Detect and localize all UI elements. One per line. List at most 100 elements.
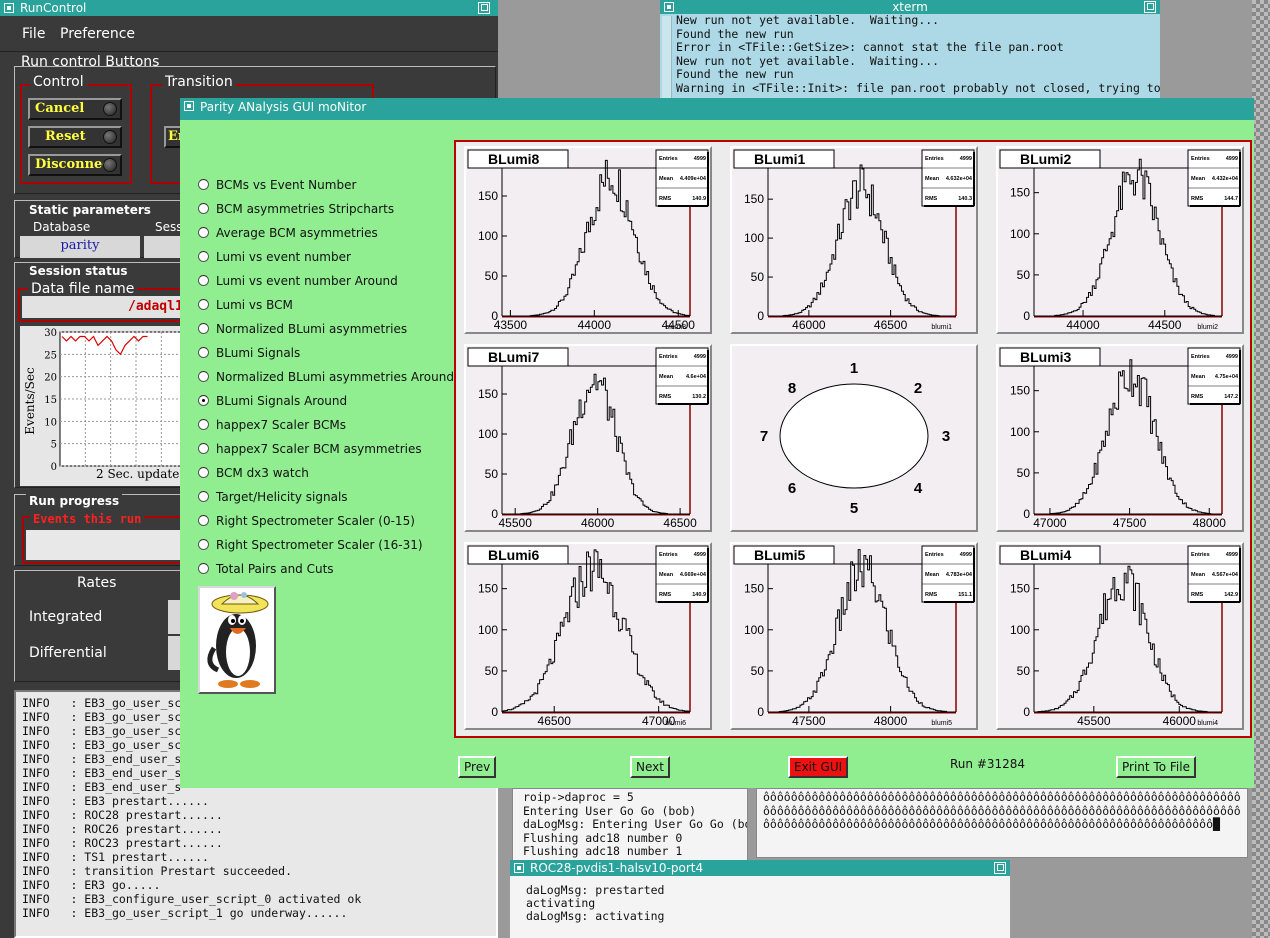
radio-icon[interactable] [198,179,209,190]
histogram-pad[interactable]: 0 50 100 150 43500 44000 44500 blumi8 BLumi8 Entr… [464,146,712,334]
reset-button[interactable]: Reset [28,126,122,148]
window-menu-icon[interactable] [4,3,14,13]
radio-icon[interactable] [198,467,209,478]
radio-icon[interactable] [198,491,209,502]
next-button[interactable]: Next [630,756,670,778]
plot-option-label: BCM asymmetries Stripcharts [216,202,395,216]
log-line: Flushing adc18 number 1 [523,844,683,858]
detector-label: 3 [942,428,950,445]
lumi-map-pad[interactable]: 1 2 3 4 5 6 7 8 [730,344,978,532]
prev-button[interactable]: Prev [458,756,497,778]
plot-option[interactable]: happex7 Scaler BCMs [198,416,346,434]
radio-icon[interactable] [198,275,209,286]
roc-terminal-output: roip->daproc = 5 Entering User Go Go (bob… [523,790,747,859]
histogram-pad[interactable]: 0 50 100 150 44000 44500 blumi2 BLumi2 Entries 49… [996,146,1244,334]
rate-ytick: 25 [44,350,57,361]
stats-key: Entries [1191,156,1210,162]
plot-option[interactable]: BCM dx3 watch [198,464,309,482]
events-this-run-label: Events this run [30,512,145,526]
radio-icon[interactable] [198,419,209,430]
histogram-pad[interactable]: 0 50 100 150 46500 47000 blumi6 BLumi6 Entries 49… [464,542,712,730]
radio-icon[interactable] [198,371,209,382]
x-tick-label: 44500 [1148,318,1182,332]
plot-option[interactable]: Right Spectrometer Scaler (16-31) [198,536,423,554]
histogram-pad[interactable]: 0 50 100 150 45500 46000 blumi4 BLumi4 Entries 49… [996,542,1244,730]
xterm-scrollbar[interactable] [662,16,672,100]
plot-option[interactable]: Average BCM asymmetries [198,224,378,242]
radio-icon[interactable] [198,443,209,454]
runcontrol-titlebar[interactable]: RunControl [0,0,498,16]
x-axis-label: blumi5 [931,720,952,727]
plot-option[interactable]: Total Pairs and Cuts [198,560,334,578]
pan-titlebar[interactable]: Parity ANalysis GUI moNitor [180,98,1254,116]
radio-icon[interactable] [198,347,209,358]
radio-selected-icon[interactable] [198,395,209,406]
histogram-pad[interactable]: 0 50 100 150 47000 47500 48000 BLumi3 Entries 499… [996,344,1244,532]
rate-ytick: 15 [44,395,57,406]
plot-option[interactable]: BCMs vs Event Number [198,176,356,194]
plot-option[interactable]: Normalized BLumi asymmetries [198,320,407,338]
exit-gui-button[interactable]: Exit GUI [788,756,849,778]
log-line: INFO : transition Prestart succeeded. [22,864,293,878]
plot-option[interactable]: Lumi vs event number Around [198,272,398,290]
garbled-terminal: ôôôôôôôôôôôôôôôôôôôôôôôôôôôôôôôôôôôôôôôô… [756,788,1248,858]
x-tick-label: 46500 [874,318,908,332]
detector-label: 2 [914,380,922,397]
radio-icon[interactable] [198,323,209,334]
radio-icon[interactable] [198,203,209,214]
mascot-logo [198,586,276,694]
histogram-pad[interactable]: 0 50 100 150 46000 46500 blumi1 BLumi1 Entries 49… [730,146,978,334]
print-to-file-button[interactable]: Print To File [1116,756,1196,778]
log-line: INFO : EB3 prestart...... [22,794,209,808]
menu-preference[interactable]: Preference [60,26,135,42]
window-menu-icon[interactable] [664,2,674,12]
stats-key: Entries [925,552,944,558]
radio-icon[interactable] [198,515,209,526]
plot-option[interactable]: happex7 Scaler BCM asymmetries [198,440,422,458]
plot-option[interactable]: BLumi Signals Around [198,392,347,410]
histogram-pad[interactable]: 0 50 100 150 47500 48000 blumi5 BLumi5 Entries 49… [730,542,978,730]
plot-option[interactable]: Lumi vs BCM [198,296,293,314]
plot-option-label: happex7 Scaler BCM asymmetries [216,442,422,456]
radio-icon[interactable] [198,299,209,310]
plot-option[interactable]: BCM asymmetries Stripcharts [198,200,394,218]
window-menu-icon[interactable] [514,863,524,873]
radio-icon[interactable] [198,251,209,262]
log-line: New run not yet available. Waiting... [676,53,940,68]
plot-option-label: Right Spectrometer Scaler (16-31) [216,538,423,552]
pan-title: Parity ANalysis GUI moNitor [200,100,367,114]
x-tick-label: 46000 [581,516,615,530]
radio-icon[interactable] [198,563,209,574]
detector-label: 1 [850,360,858,377]
y-tick-label: 150 [1010,384,1030,398]
xterm-titlebar[interactable]: xterm [660,0,1160,14]
log-line: daLogMsg: activating [526,909,665,923]
stats-value: 4.632e+04 [946,176,973,182]
histogram-pad[interactable]: 0 50 100 150 45500 46000 46500 BLumi7 Entries 499… [464,344,712,532]
plot-option[interactable]: BLumi Signals [198,344,300,362]
plot-canvas[interactable]: 0 50 100 150 43500 44000 44500 blumi8 BLumi8 Entr… [454,140,1252,738]
window-menu-icon[interactable] [184,101,194,111]
radio-icon[interactable] [198,539,209,550]
plot-option-label: Target/Helicity signals [216,490,348,504]
roc28-output: daLogMsg: prestarted activating daLogMsg: … [526,884,664,923]
stats-value: 140.9 [692,196,706,202]
stats-key: Entries [1191,354,1210,360]
maximize-icon[interactable] [478,2,490,14]
plot-option-label: Average BCM asymmetries [216,226,378,240]
menu-file[interactable]: File [22,26,45,42]
plot-option[interactable]: Target/Helicity signals [198,488,348,506]
stats-key: RMS [925,196,938,202]
plot-option[interactable]: Right Spectrometer Scaler (0-15) [198,512,415,530]
maximize-icon[interactable] [1144,1,1156,13]
roc28-titlebar[interactable]: ROC28-pvdis1-halsv10-port4 [510,860,1010,876]
plot-option[interactable]: Normalized BLumi asymmetries Around [198,368,454,386]
roc-terminal: roip->daproc = 5 Entering User Go Go (bob… [512,788,748,862]
x-tick-label: 45500 [1077,714,1111,728]
maximize-icon[interactable] [994,862,1006,874]
differential-label: Differential [26,645,110,661]
radio-icon[interactable] [198,227,209,238]
plot-option[interactable]: Lumi vs event number [198,248,351,266]
cancel-button[interactable]: Cancel [28,98,122,120]
disconnect-button[interactable]: Disconnect [28,154,122,176]
